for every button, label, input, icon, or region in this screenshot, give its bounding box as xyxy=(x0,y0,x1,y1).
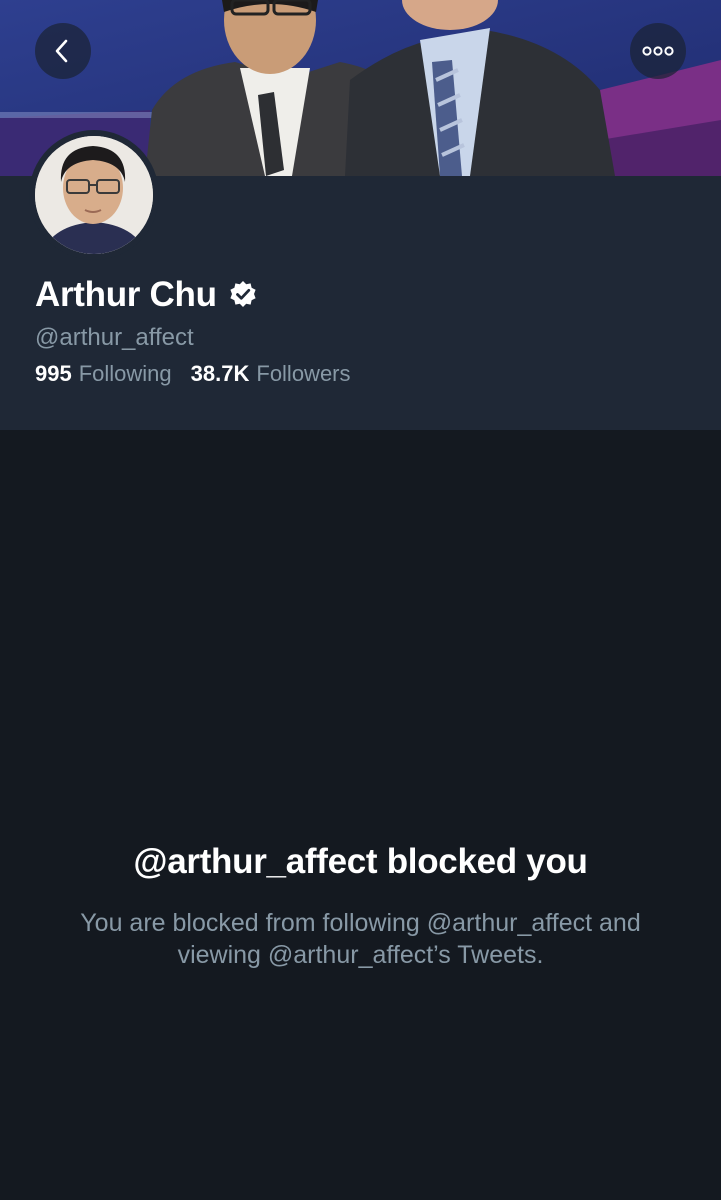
followers-link[interactable]: 38.7K Followers xyxy=(191,361,351,387)
avatar-image xyxy=(35,136,153,254)
followers-count: 38.7K xyxy=(190,361,250,386)
more-dots-icon xyxy=(642,46,674,56)
blocked-title: @arthur_affect blocked you xyxy=(133,842,588,881)
followers-label: Followers xyxy=(256,361,351,386)
following-label: Following xyxy=(78,361,172,386)
back-button[interactable] xyxy=(35,23,91,79)
name-row: Arthur Chu xyxy=(35,275,259,315)
display-name: Arthur Chu xyxy=(35,275,217,314)
more-options-button[interactable] xyxy=(630,23,686,79)
following-link[interactable]: 995 Following xyxy=(35,361,172,387)
profile-handle: @arthur_affect xyxy=(35,324,194,351)
avatar[interactable] xyxy=(29,130,159,260)
profile-stats: 995 Following 38.7K Followers xyxy=(35,361,351,387)
chevron-left-icon xyxy=(55,39,68,63)
verified-badge-icon xyxy=(230,281,256,307)
following-count: 995 xyxy=(35,361,72,386)
blocked-description: You are blocked from following @arthur_a… xyxy=(80,909,641,969)
